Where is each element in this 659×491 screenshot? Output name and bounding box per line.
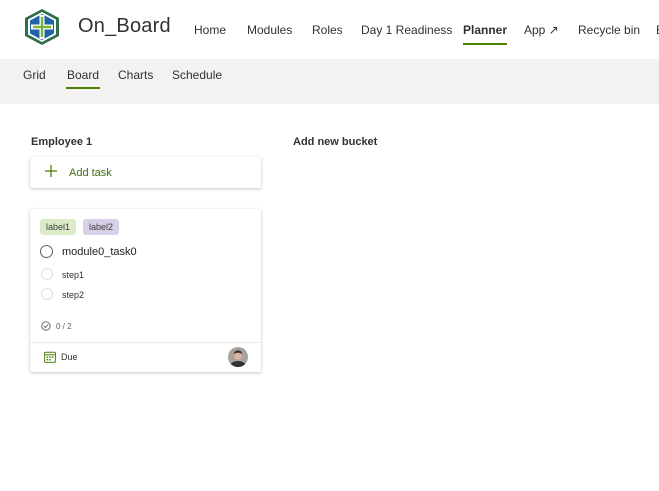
planner-subnav: Grid Board Charts Schedule: [0, 59, 659, 104]
tab-schedule[interactable]: Schedule: [172, 68, 222, 82]
step-checkbox-1[interactable]: [41, 268, 53, 280]
assignee-avatar[interactable]: [228, 347, 248, 367]
tab-board[interactable]: Board: [66, 68, 101, 89]
calendar-icon[interactable]: [44, 351, 56, 363]
nav-day1-readiness[interactable]: Day 1 Readiness: [361, 23, 452, 37]
user-avatar-icon: [228, 347, 248, 367]
tab-charts[interactable]: Charts: [118, 68, 153, 82]
add-task-label: Add task: [69, 167, 112, 179]
nav-roles[interactable]: Roles: [312, 23, 343, 37]
label-chip-2[interactable]: label2: [83, 219, 120, 235]
tab-grid[interactable]: Grid: [23, 68, 46, 82]
active-tab-indicator: [463, 43, 508, 45]
nav-home[interactable]: Home: [194, 23, 226, 37]
app-title: On_Board: [78, 15, 171, 37]
top-bar: On_Board Home Modules Roles Day 1 Readin…: [0, 0, 659, 59]
step-checkbox-2[interactable]: [41, 288, 53, 300]
plus-icon: [45, 165, 57, 177]
app-logo-icon[interactable]: [24, 8, 60, 46]
card-divider: [30, 342, 261, 343]
task-title[interactable]: module0_task0: [62, 246, 137, 258]
add-new-bucket-button[interactable]: Add new bucket: [293, 136, 377, 148]
step-label-1[interactable]: step1: [62, 270, 84, 280]
checklist-progress-icon: [41, 321, 51, 331]
bucket-title[interactable]: Employee 1: [31, 136, 92, 148]
nav-modules[interactable]: Modules: [247, 23, 292, 37]
step-label-2[interactable]: step2: [62, 290, 84, 300]
label-chip-1[interactable]: label1: [40, 219, 77, 235]
task-complete-checkbox[interactable]: [40, 245, 53, 258]
tab-board-label: Board: [67, 68, 100, 82]
task-card[interactable]: label1 label2 module0_task0 step1 step2 …: [30, 209, 261, 372]
active-subtab-indicator: [66, 87, 101, 89]
nav-planner[interactable]: Planner: [463, 23, 508, 45]
add-task-button[interactable]: Add task: [30, 157, 261, 188]
nav-planner-label: Planner: [463, 23, 508, 37]
due-date-label[interactable]: Due: [61, 352, 78, 362]
nav-app-external[interactable]: App ↗: [524, 23, 559, 37]
nav-recycle-bin[interactable]: Recycle bin: [578, 23, 640, 37]
checklist-progress-text: 0 / 2: [56, 322, 72, 331]
